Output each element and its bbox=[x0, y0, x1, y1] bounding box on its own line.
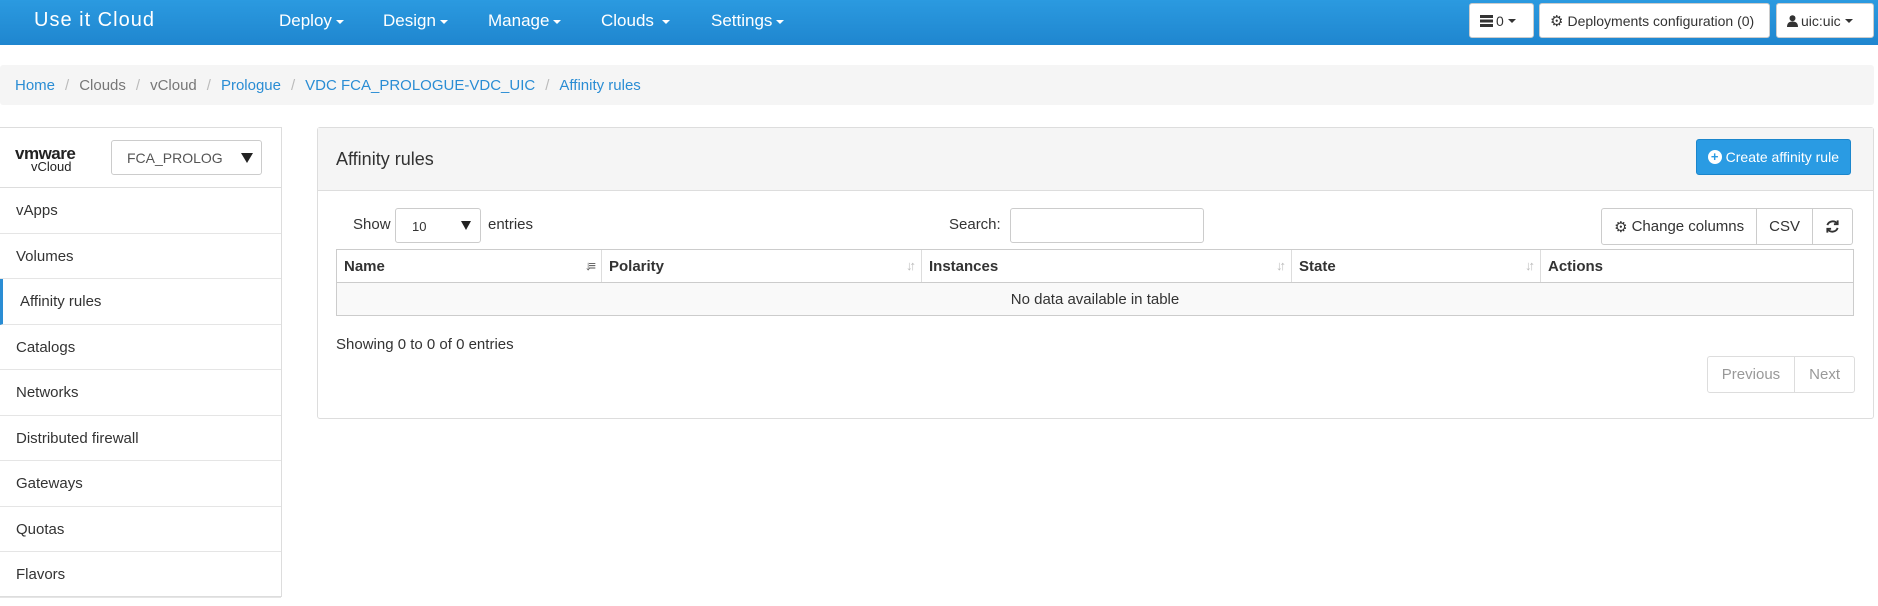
previous-page-button[interactable]: Previous bbox=[1708, 357, 1796, 392]
sort-icon: ↓↑ bbox=[906, 258, 916, 273]
create-affinity-rule-button[interactable]: + Create affinity rule bbox=[1695, 139, 1851, 175]
refresh-icon bbox=[1826, 220, 1839, 233]
page-title: Affinity rules bbox=[336, 149, 434, 169]
sidebar-item-networks[interactable]: Networks bbox=[0, 370, 281, 416]
page-length-select[interactable]: 10 bbox=[395, 208, 481, 243]
nav-manage[interactable]: Manage bbox=[488, 11, 562, 31]
entries-label: entries bbox=[488, 216, 534, 233]
column-name-label: Name bbox=[344, 258, 385, 275]
change-columns-button[interactable]: ⚙ Change columns bbox=[1602, 209, 1758, 244]
column-header-instances[interactable]: Instances ↓↑ bbox=[922, 250, 1292, 282]
sidebar-item-flavors[interactable]: Flavors bbox=[0, 552, 281, 598]
column-header-name[interactable]: Name ↓≡ bbox=[337, 250, 602, 282]
tasks-button[interactable]: 0 bbox=[1469, 3, 1534, 38]
empty-table-message: No data available in table bbox=[337, 283, 1853, 315]
user-menu-button[interactable]: uic:uic bbox=[1776, 3, 1874, 38]
column-state-label: State bbox=[1299, 258, 1336, 275]
breadcrumb-separator: / bbox=[135, 76, 141, 94]
pagination: Previous Next bbox=[1706, 356, 1855, 393]
sidebar-header: vmware vCloud FCA_PROLOGUE-VDC_UIC bbox=[0, 128, 281, 188]
app-brand[interactable]: Use it Cloud bbox=[34, 9, 155, 32]
sidebar-item-gateways[interactable]: Gateways bbox=[0, 461, 281, 507]
sidebar-item-quotas[interactable]: Quotas bbox=[0, 507, 281, 552]
tasks-count: 0 bbox=[1496, 12, 1504, 29]
sidebar: vmware vCloud FCA_PROLOGUE-VDC_UIC vApps… bbox=[0, 127, 282, 598]
search-label: Search: bbox=[949, 216, 1001, 233]
dropdown-arrow-icon bbox=[241, 153, 253, 163]
csv-button[interactable]: CSV bbox=[1757, 209, 1813, 244]
breadcrumb: Home / Clouds / vCloud / Prologue / VDC … bbox=[0, 65, 1874, 105]
caret-down-icon bbox=[661, 19, 670, 24]
top-navbar: Use it Cloud Deploy Design Manage Clouds… bbox=[0, 0, 1878, 45]
sort-icon: ↓↑ bbox=[1525, 258, 1535, 273]
sidebar-item-distributed-firewall[interactable]: Distributed firewall bbox=[0, 416, 281, 461]
breadcrumb-home[interactable]: Home bbox=[15, 77, 55, 94]
logo-vcloud-text: vCloud bbox=[31, 159, 72, 174]
breadcrumb-prologue[interactable]: Prologue bbox=[221, 77, 281, 94]
show-label: Show bbox=[353, 216, 391, 233]
gear-icon: ⚙ bbox=[1550, 12, 1564, 30]
server-stack-icon bbox=[1480, 14, 1493, 27]
column-header-polarity[interactable]: Polarity ↓↑ bbox=[602, 250, 922, 282]
nav-clouds-label: Clouds bbox=[601, 11, 654, 30]
deployments-config-label: Deployments configuration (0) bbox=[1567, 12, 1755, 29]
change-columns-label: Change columns bbox=[1631, 218, 1745, 235]
nav-settings-label: Settings bbox=[711, 11, 773, 30]
page-length-value: 10 bbox=[412, 219, 427, 234]
nav-deploy-label: Deploy bbox=[279, 11, 332, 30]
panel-header: Affinity rules + Create affinity rule bbox=[318, 128, 1873, 191]
breadcrumb-separator: / bbox=[206, 76, 211, 94]
vmware-vcloud-logo: vmware vCloud bbox=[15, 144, 76, 174]
user-name: uic:uic bbox=[1801, 12, 1841, 29]
create-affinity-rule-label: Create affinity rule bbox=[1725, 149, 1839, 165]
breadcrumb-vcloud: vCloud bbox=[150, 76, 197, 94]
caret-down-icon bbox=[1844, 18, 1853, 23]
caret-down-icon bbox=[776, 19, 785, 24]
dropdown-arrow-icon bbox=[461, 221, 471, 230]
nav-design[interactable]: Design bbox=[383, 11, 448, 31]
affinity-rules-panel: Affinity rules + Create affinity rule Sh… bbox=[317, 127, 1874, 419]
nav-settings[interactable]: Settings bbox=[711, 11, 785, 31]
table-info: Showing 0 to 0 of 0 entries bbox=[336, 336, 514, 353]
sort-icon: ↓↑ bbox=[1276, 258, 1286, 273]
table-header-row: Name ↓≡ Polarity ↓↑ Instances ↓↑ State ↓… bbox=[337, 250, 1853, 283]
column-header-actions: Actions bbox=[1541, 250, 1853, 282]
plus-circle-icon: + bbox=[1707, 150, 1722, 164]
column-polarity-label: Polarity bbox=[609, 258, 665, 275]
nav-clouds[interactable]: Clouds bbox=[601, 11, 670, 31]
column-actions-label: Actions bbox=[1548, 258, 1604, 275]
caret-down-icon bbox=[439, 19, 448, 24]
nav-design-label: Design bbox=[383, 11, 436, 30]
sort-ascending-icon: ↓≡ bbox=[584, 258, 596, 273]
nav-manage-label: Manage bbox=[488, 11, 550, 30]
next-page-button[interactable]: Next bbox=[1795, 357, 1854, 392]
search-input[interactable] bbox=[1010, 208, 1204, 243]
table-toolbar: ⚙ Change columns CSV bbox=[1601, 208, 1853, 245]
deployments-config-button[interactable]: ⚙ Deployments configuration (0) bbox=[1539, 3, 1770, 38]
caret-down-icon bbox=[1507, 18, 1516, 23]
breadcrumb-separator: / bbox=[65, 76, 70, 94]
breadcrumb-separator: / bbox=[545, 76, 550, 94]
sidebar-item-catalogs[interactable]: Catalogs bbox=[0, 325, 281, 370]
sidebar-item-vapps[interactable]: vApps bbox=[0, 188, 281, 234]
affinity-rules-table: Name ↓≡ Polarity ↓↑ Instances ↓↑ State ↓… bbox=[336, 249, 1854, 316]
caret-down-icon bbox=[553, 19, 562, 24]
column-instances-label: Instances bbox=[929, 258, 999, 275]
nav-deploy[interactable]: Deploy bbox=[279, 11, 344, 31]
breadcrumb-separator: / bbox=[290, 76, 296, 94]
vdc-select[interactable]: FCA_PROLOGUE-VDC_UIC bbox=[111, 140, 262, 175]
sidebar-item-affinity-rules[interactable]: Affinity rules bbox=[0, 279, 281, 325]
breadcrumb-vdc[interactable]: VDC FCA_PROLOGUE-VDC_UIC bbox=[305, 77, 535, 94]
column-header-state[interactable]: State ↓↑ bbox=[1292, 250, 1541, 282]
caret-down-icon bbox=[335, 19, 344, 24]
user-icon bbox=[1787, 14, 1798, 27]
breadcrumb-affinity-rules[interactable]: Affinity rules bbox=[559, 77, 640, 94]
breadcrumb-clouds: Clouds bbox=[79, 76, 126, 94]
refresh-button[interactable] bbox=[1813, 209, 1852, 244]
sidebar-item-volumes[interactable]: Volumes bbox=[0, 234, 281, 279]
vdc-select-value: FCA_PROLOGUE-VDC_UIC bbox=[127, 150, 222, 166]
gear-icon: ⚙ bbox=[1614, 218, 1628, 236]
